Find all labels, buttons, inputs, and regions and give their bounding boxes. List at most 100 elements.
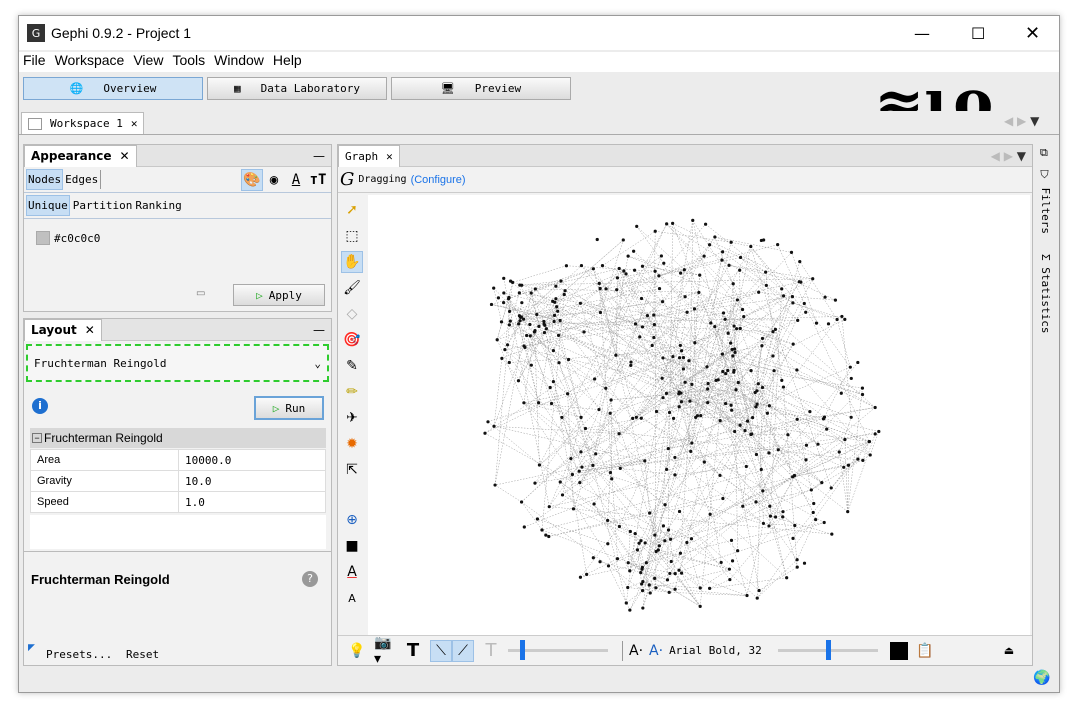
graph-node[interactable] (525, 333, 529, 338)
graph-node[interactable] (537, 324, 541, 328)
graph-node[interactable] (661, 356, 665, 360)
graph-node[interactable] (622, 269, 626, 273)
palette-icon[interactable]: 🎨 (241, 168, 263, 191)
graph-node[interactable] (667, 590, 671, 594)
overview-button[interactable]: 🌐 Overview (23, 77, 203, 100)
graph-node[interactable] (579, 263, 584, 268)
graph-node[interactable] (781, 515, 785, 519)
graph-node[interactable] (594, 452, 598, 456)
graph-node[interactable] (583, 426, 588, 431)
graph-node[interactable] (699, 414, 703, 418)
property-row[interactable]: Speed 1.0 (30, 491, 326, 513)
graph-node[interactable] (507, 309, 512, 314)
graph-node[interactable] (781, 385, 786, 389)
graph-node[interactable] (489, 302, 494, 307)
graph-node[interactable] (569, 456, 573, 461)
graph-node[interactable] (677, 509, 682, 514)
graph-node[interactable] (547, 534, 551, 539)
graph-node[interactable] (549, 401, 554, 406)
graph-node[interactable] (731, 354, 735, 358)
graph-node[interactable] (837, 450, 841, 454)
graph-node[interactable] (742, 315, 746, 319)
graph-node[interactable] (585, 572, 589, 576)
select-arrow-icon[interactable]: ➚ (341, 199, 363, 221)
graph-node[interactable] (640, 325, 645, 329)
graph-node[interactable] (643, 459, 647, 463)
graph-node[interactable] (820, 480, 824, 485)
graph-node[interactable] (614, 353, 618, 357)
graph-node[interactable] (685, 540, 689, 545)
graph-node[interactable] (543, 323, 547, 327)
graph-node[interactable] (597, 281, 601, 285)
reset-link[interactable]: Reset (126, 648, 159, 661)
graph-node[interactable] (719, 560, 723, 565)
graph-node[interactable] (502, 291, 506, 295)
graph-node[interactable] (753, 390, 757, 395)
graph-node[interactable] (804, 310, 808, 314)
graph-node[interactable] (551, 380, 555, 384)
graph-node[interactable] (690, 382, 694, 386)
graph-node[interactable] (791, 301, 795, 305)
label-text-icon[interactable]: T (480, 640, 502, 662)
data-laboratory-button[interactable]: ▦ Data Laboratory (207, 77, 387, 100)
graph-node[interactable] (690, 441, 694, 445)
graph-node[interactable] (698, 273, 702, 277)
graph-node[interactable] (507, 323, 511, 327)
graph-node[interactable] (771, 330, 775, 334)
graph-node[interactable] (724, 371, 728, 376)
graph-node[interactable] (632, 249, 636, 253)
graph-node[interactable] (762, 238, 766, 242)
graph-node[interactable] (713, 235, 717, 239)
graph-node[interactable] (628, 529, 632, 534)
graph-node[interactable] (727, 263, 731, 267)
graph-node[interactable] (846, 463, 851, 467)
menu-file[interactable]: File (23, 52, 46, 72)
configure-link[interactable]: (Configure) (411, 174, 466, 186)
graph-node[interactable] (639, 296, 644, 301)
graph-node[interactable] (735, 298, 739, 302)
graph-node[interactable] (804, 458, 808, 462)
graph-node[interactable] (547, 505, 551, 509)
close-button[interactable]: ✕ (1025, 23, 1040, 44)
graph-node[interactable] (732, 324, 736, 328)
graph-node[interactable] (749, 369, 753, 373)
graph-node[interactable] (764, 283, 768, 288)
graph-node[interactable] (522, 525, 526, 529)
close-tab-icon[interactable]: ✕ (85, 323, 95, 337)
tab-ranking[interactable]: Ranking (135, 199, 181, 212)
graph-node[interactable] (635, 224, 639, 229)
graph-node[interactable] (730, 559, 735, 563)
help-pointer-icon[interactable]: ⇱ (341, 459, 363, 481)
graph-node[interactable] (556, 333, 561, 337)
graph-node[interactable] (738, 255, 743, 260)
graph-node[interactable] (502, 276, 506, 280)
graph-node[interactable] (708, 512, 712, 516)
graph-node[interactable] (671, 416, 676, 421)
graph-node[interactable] (660, 300, 665, 304)
graph-node[interactable] (846, 510, 850, 514)
graph-node[interactable] (662, 261, 666, 265)
graph-node[interactable] (510, 280, 515, 284)
graph-node[interactable] (811, 510, 815, 515)
graph-node[interactable] (840, 314, 844, 319)
tab-partition[interactable]: Partition (73, 199, 133, 212)
graph-node[interactable] (730, 408, 734, 412)
graph-node[interactable] (695, 414, 700, 418)
graph-node[interactable] (790, 295, 795, 299)
graph-node[interactable] (667, 410, 672, 415)
graph-node[interactable] (638, 335, 642, 339)
graph-node[interactable] (698, 586, 702, 590)
graph-node[interactable] (551, 349, 555, 353)
tab-layout[interactable]: Layout ✕ (24, 318, 102, 341)
graph-node[interactable] (702, 460, 706, 464)
clipboard-icon[interactable]: 📋 (914, 640, 936, 662)
edge-pencil-icon[interactable]: ✏ (341, 381, 363, 403)
graph-node[interactable] (558, 480, 562, 484)
graph-node[interactable] (713, 325, 717, 329)
graph-node[interactable] (654, 586, 658, 590)
graph-node[interactable] (578, 575, 583, 579)
graph-node[interactable] (492, 424, 496, 428)
graph-node[interactable] (665, 467, 669, 472)
graph-node[interactable] (671, 354, 675, 359)
graph-node[interactable] (745, 593, 749, 598)
